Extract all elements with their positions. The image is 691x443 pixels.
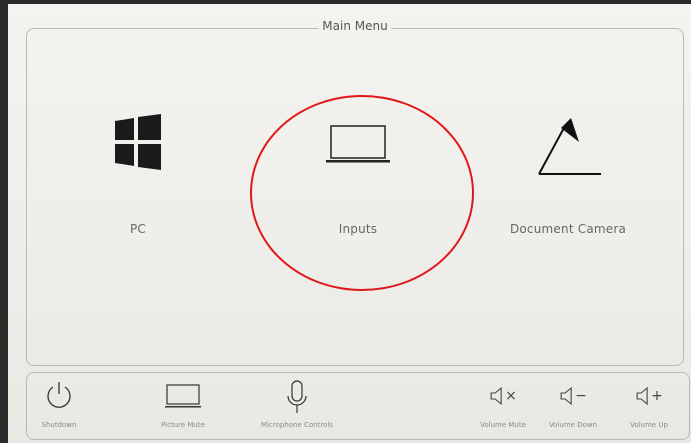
touch-panel-screen: Main Menu PC Inputs Document Camera Shut… [8,4,691,443]
inputs-label: Inputs [338,222,378,236]
shutdown-label: Shutdown [41,421,77,429]
volume-mute-icon: × [489,385,517,406]
volume-up-button[interactable]: + Volume Up [629,373,669,439]
picture-mute-button[interactable]: Picture Mute [161,373,205,439]
volume-mute-button[interactable]: × Volume Mute [480,373,526,439]
volume-down-icon: − [559,385,587,406]
microphone-icon [285,379,309,421]
pc-tile[interactable]: PC [58,114,218,264]
microphone-controls-button[interactable]: Microphone Controls [261,373,333,439]
volume-up-icon: + [635,385,663,406]
pc-label: PC [129,222,146,236]
document-camera-tile[interactable]: Document Camera [488,114,648,264]
volume-mute-label: Volume Mute [480,421,526,429]
volume-down-glyph: − [575,388,587,404]
windows-logo-icon [113,114,163,174]
microphone-controls-label: Microphone Controls [261,421,333,429]
power-icon [43,379,75,415]
volume-down-button[interactable]: − Volume Down [549,373,597,439]
shutdown-button[interactable]: Shutdown [39,373,79,439]
document-camera-icon [533,114,603,184]
picture-mute-label: Picture Mute [161,421,205,429]
bottom-control-bar: Shutdown Picture Mute Microphone Control… [26,372,690,440]
inputs-tile[interactable]: Inputs [278,114,438,264]
laptop-icon [325,114,391,172]
monitor-icon [163,379,203,415]
volume-mute-glyph: × [505,388,517,404]
volume-up-glyph: + [651,388,663,404]
main-menu-title: Main Menu [318,19,392,33]
document-camera-label: Document Camera [509,222,627,236]
volume-down-label: Volume Down [548,421,598,429]
volume-up-label: Volume Up [630,421,668,429]
